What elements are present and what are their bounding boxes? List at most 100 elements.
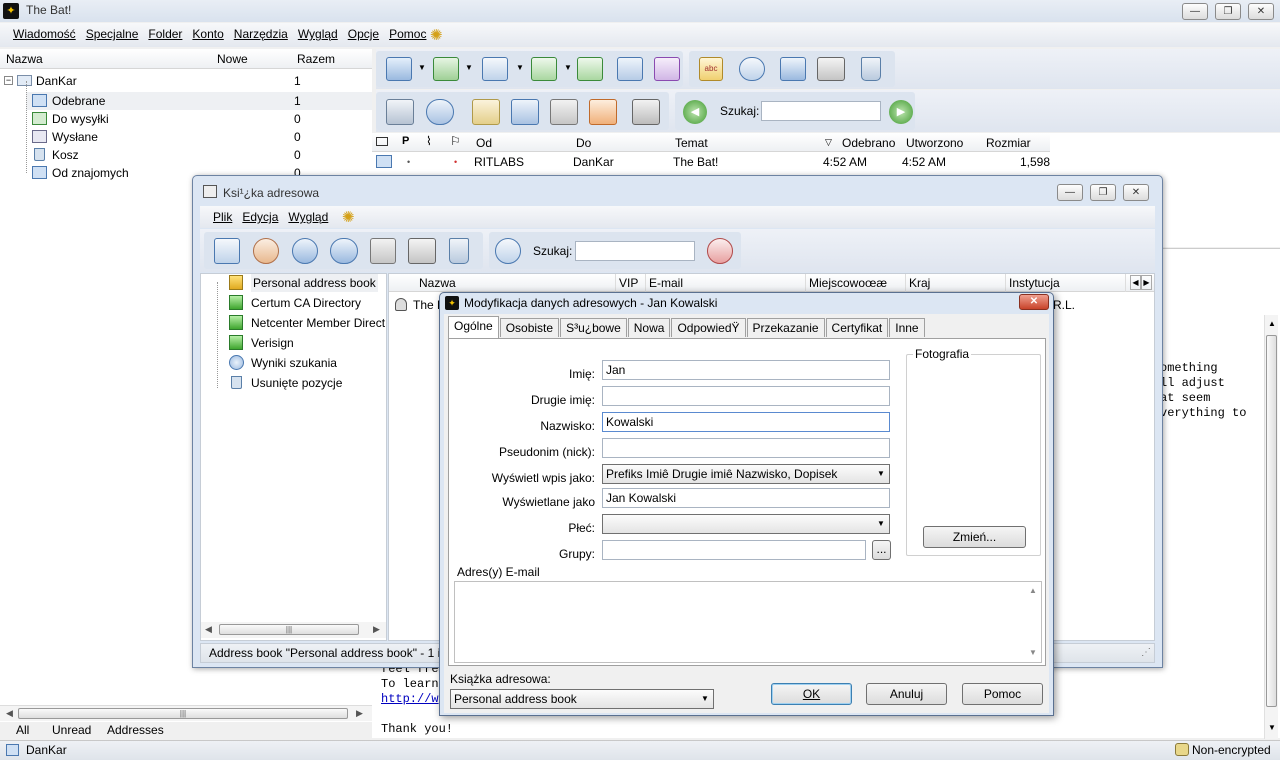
- tab-addresses[interactable]: Addresses: [107, 723, 164, 737]
- scroll-thumb[interactable]: |||: [219, 624, 359, 635]
- folder-item-kosz[interactable]: Kosz 0: [26, 146, 372, 164]
- tree-deleted[interactable]: Usunięte pozycje: [225, 374, 385, 392]
- tab-ogolne[interactable]: Ogólne: [448, 316, 499, 338]
- scroll-left-icon[interactable]: ◀: [205, 624, 212, 635]
- middle-name-field[interactable]: [602, 386, 890, 406]
- tab-nowa[interactable]: Nowa: [627, 318, 671, 337]
- account-row[interactable]: − DanKar 1: [0, 72, 372, 90]
- scroll-down-icon[interactable]: ▼: [1029, 648, 1037, 657]
- scroll-right-icon[interactable]: ▶: [356, 708, 363, 719]
- tree-search-results[interactable]: Wyniki szukania: [225, 354, 385, 372]
- col-name[interactable]: Nazwa: [416, 274, 616, 292]
- maximize-button[interactable]: ❐: [1215, 3, 1241, 20]
- sorting-office-icon[interactable]: [589, 99, 617, 125]
- scroll-thumb[interactable]: [1266, 335, 1277, 707]
- scroll-up-icon[interactable]: ▲: [1268, 319, 1276, 328]
- account-properties-icon[interactable]: [632, 99, 660, 125]
- ab-menu-edycja[interactable]: Edycja: [237, 206, 283, 228]
- tree-hscrollbar[interactable]: ◀ ||| ▶: [201, 622, 386, 638]
- dropdown-arrow-icon[interactable]: ▼: [418, 63, 426, 72]
- get-mail-icon[interactable]: [386, 57, 412, 81]
- tree-personal-address-book[interactable]: Personal address book: [225, 274, 385, 292]
- add-contact-icon[interactable]: [292, 238, 318, 264]
- ab-menu-wyglad[interactable]: Wygląd: [283, 206, 333, 228]
- tab-odpowiedz[interactable]: OdpowiedŸ: [671, 318, 746, 337]
- menu-wiadomosc[interactable]: Wiadomość: [8, 23, 81, 45]
- folder-item-odebrane[interactable]: Odebrane 1: [26, 92, 372, 110]
- col-country[interactable]: Kraj: [906, 274, 1006, 292]
- minimize-button[interactable]: —: [1182, 3, 1208, 20]
- print-icon[interactable]: [408, 238, 436, 264]
- envelope-col-icon[interactable]: [376, 137, 388, 146]
- folder-item-wyslane[interactable]: Wysłane 0: [26, 128, 372, 146]
- spellcheck-icon[interactable]: abc: [699, 57, 723, 81]
- menu-konto[interactable]: Konto: [187, 23, 228, 45]
- ab-maximize-button[interactable]: ❐: [1090, 184, 1116, 201]
- clear-search-icon[interactable]: [707, 238, 733, 264]
- contact-properties-icon[interactable]: [370, 238, 396, 264]
- menu-narzedzia[interactable]: Narzędzia: [229, 23, 293, 45]
- reply-icon[interactable]: [531, 57, 557, 81]
- tree-netcenter[interactable]: Netcenter Member Directory: [225, 314, 385, 332]
- edit-contact-icon[interactable]: [214, 238, 240, 264]
- menu-folder[interactable]: Folder: [143, 23, 187, 45]
- menu-specjalne[interactable]: Specjalne: [81, 23, 144, 45]
- change-photo-button[interactable]: Zmień...: [923, 526, 1026, 548]
- save-icon[interactable]: [780, 57, 806, 81]
- menu-opcje[interactable]: Opcje: [343, 23, 384, 45]
- dialog-close-button[interactable]: ✕: [1019, 294, 1049, 310]
- folder-col-new[interactable]: Nowe: [217, 52, 248, 66]
- last-name-field[interactable]: Kowalski: [602, 412, 890, 432]
- preview-vscrollbar[interactable]: ▲ ▼: [1264, 315, 1278, 739]
- col-to[interactable]: Do: [576, 136, 591, 150]
- print-icon[interactable]: [817, 57, 845, 81]
- ab-search-input[interactable]: [575, 241, 695, 261]
- col-from[interactable]: Od: [476, 136, 492, 150]
- contacts-icon[interactable]: [253, 238, 279, 264]
- folder-properties-icon[interactable]: [550, 99, 578, 125]
- folder-col-name[interactable]: Nazwa: [6, 52, 43, 66]
- tab-unread[interactable]: Unread: [52, 723, 91, 737]
- new-folder-icon[interactable]: [511, 99, 539, 125]
- scheduler-icon[interactable]: [426, 99, 454, 125]
- ab-menu-plik[interactable]: Plik: [208, 206, 237, 228]
- tab-sluzbowe[interactable]: S³u¿bowe: [560, 318, 627, 337]
- table-row[interactable]: • • RITLABS DanKar The Bat! 4:52 AM 4:52…: [372, 153, 1050, 171]
- col-org[interactable]: Instytucja: [1006, 274, 1126, 292]
- flag-col-icon[interactable]: ⚐: [450, 134, 461, 148]
- displayed-as-field[interactable]: Jan Kowalski: [602, 488, 890, 508]
- dropdown-arrow-icon[interactable]: ▼: [465, 63, 473, 72]
- groups-browse-button[interactable]: ...: [872, 540, 891, 560]
- reply-all-icon[interactable]: [577, 57, 603, 81]
- col-created[interactable]: Utworzono: [906, 136, 963, 150]
- scroll-thumb[interactable]: |||: [18, 708, 348, 719]
- groups-field[interactable]: [602, 540, 866, 560]
- help-button[interactable]: Pomoc: [962, 683, 1043, 705]
- tab-inne[interactable]: Inne: [889, 318, 925, 337]
- address-book-icon[interactable]: [386, 99, 414, 125]
- tab-osobiste[interactable]: Osobiste: [499, 318, 560, 337]
- display-as-select[interactable]: Prefiks Imiê Drugie imiê Nazwisko, Dopis…: [602, 464, 890, 484]
- col-city[interactable]: Miejscowoœæ: [806, 274, 906, 292]
- emails-list[interactable]: ▲ ▼: [454, 581, 1042, 663]
- scroll-right-icon[interactable]: ▶: [373, 624, 380, 635]
- dropdown-arrow-icon[interactable]: ▼: [516, 63, 524, 72]
- col-vip[interactable]: VIP: [616, 274, 646, 292]
- search-input[interactable]: [761, 101, 881, 121]
- folder-hscrollbar[interactable]: ◀ ||| ▶: [0, 705, 372, 721]
- delete-icon[interactable]: [861, 57, 881, 81]
- scroll-left-icon[interactable]: ◀: [1130, 275, 1141, 290]
- gear-icon[interactable]: ✺: [430, 26, 443, 44]
- attachment-col-icon[interactable]: ⌇: [426, 134, 432, 148]
- close-button[interactable]: ✕: [1248, 3, 1274, 20]
- find-contact-icon[interactable]: [495, 238, 521, 264]
- tree-certum[interactable]: Certum CA Directory: [225, 294, 385, 312]
- lock-folder-icon[interactable]: [472, 99, 500, 125]
- menu-pomoc[interactable]: Pomoc: [384, 23, 431, 45]
- tab-all[interactable]: All: [16, 723, 29, 737]
- col-received[interactable]: Odebrano: [842, 136, 895, 150]
- folder-col-total[interactable]: Razem: [297, 52, 335, 66]
- find-icon[interactable]: [739, 57, 765, 81]
- ab-minimize-button[interactable]: —: [1057, 184, 1083, 201]
- ab-close-button[interactable]: ✕: [1123, 184, 1149, 201]
